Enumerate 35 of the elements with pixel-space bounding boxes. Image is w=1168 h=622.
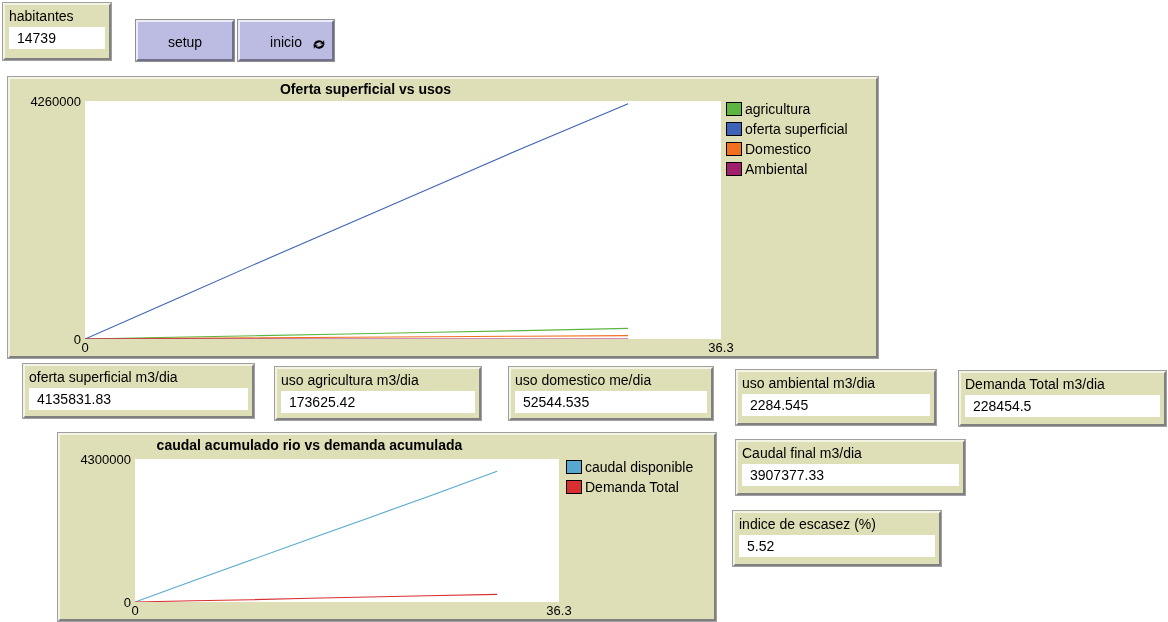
y-tick-label: 0 bbox=[122, 594, 131, 610]
monitor-label: uso domestico me/dia bbox=[515, 371, 653, 389]
monitor-label: habitantes bbox=[9, 7, 75, 25]
monitor-value: 3907377.33 bbox=[742, 464, 959, 486]
legend-label: oferta superficial bbox=[745, 120, 848, 138]
monitor-value: 52544.535 bbox=[515, 391, 707, 413]
legend-label: Ambiental bbox=[745, 160, 808, 178]
monitor-value: 14739 bbox=[9, 27, 105, 49]
plot-title: Oferta superficial vs usos bbox=[279, 80, 452, 99]
forever-icon bbox=[312, 38, 326, 51]
legend-label: caudal disponible bbox=[585, 458, 694, 476]
x-tick-label: 0 bbox=[80, 340, 90, 355]
legend-label: agricultura bbox=[745, 100, 811, 118]
monitor-value: 228454.5 bbox=[965, 395, 1160, 417]
plot-title: caudal acumulado rio vs demanda acumulada bbox=[156, 436, 463, 455]
run-button[interactable]: inicio bbox=[238, 20, 334, 61]
x-tick-label: 36.3 bbox=[707, 340, 735, 355]
legend-label: Demanda Total bbox=[585, 478, 679, 496]
x-tick-label: 36.3 bbox=[545, 603, 573, 618]
monitor-label: Caudal final m3/dia bbox=[742, 444, 863, 462]
monitor-label: indice de escasez (%) bbox=[739, 515, 877, 533]
monitor-value: 173625.42 bbox=[281, 391, 475, 413]
monitor-label: uso agricultura m3/dia bbox=[281, 371, 420, 389]
y-tick-label: 4260000 bbox=[29, 93, 81, 109]
monitor-value: 2284.545 bbox=[742, 394, 930, 416]
y-tick-label: 0 bbox=[72, 331, 81, 347]
x-tick-label: 0 bbox=[130, 603, 140, 618]
y-tick-label: 4300000 bbox=[79, 451, 131, 467]
monitor-label: Demanda Total m3/dia bbox=[965, 375, 1106, 393]
monitor-value: 4135831.83 bbox=[29, 388, 248, 410]
setup-button[interactable]: setup bbox=[136, 20, 234, 61]
monitor-value: 5.52 bbox=[739, 535, 935, 557]
monitor-label: uso ambiental m3/dia bbox=[742, 374, 877, 392]
legend-label: Domestico bbox=[745, 140, 812, 158]
monitor-label: oferta superficial m3/dia bbox=[29, 368, 179, 386]
